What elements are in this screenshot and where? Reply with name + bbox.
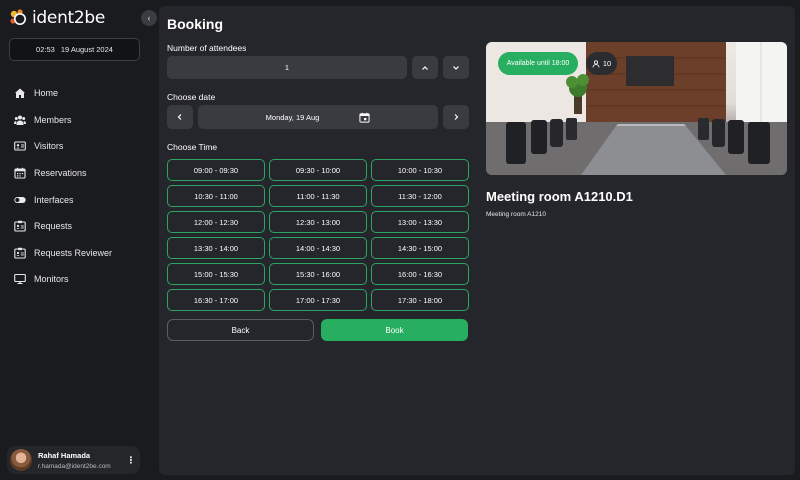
time-slot[interactable]: 15:00 - 15:30 [167,263,265,285]
sidebar-nav: Home Members Visitors Reservations Inter… [14,80,144,293]
sidebar-item-interfaces[interactable]: Interfaces [14,186,144,213]
attendees-input[interactable]: 1 [167,56,407,79]
next-date-button[interactable] [443,105,469,129]
user-name: Rahaf Hamada [38,450,91,460]
date-label: Choose date [167,92,216,102]
sidebar-item-label: Monitors [34,274,69,285]
page-title: Booking [167,16,223,32]
current-date: 19 August 2024 [60,45,113,54]
chevron-up-icon [422,65,428,70]
logo-icon [10,9,26,25]
sidebar: ident2be 02:53 19 August 2024 Home Membe… [0,0,150,480]
room-photo: Available until 18:00 10 [486,42,787,175]
sidebar-item-label: Interfaces [34,194,74,205]
time-slot[interactable]: 11:30 - 12:00 [371,185,469,207]
time-slot[interactable]: 12:00 - 12:30 [167,211,265,233]
sidebar-item-visitors[interactable]: Visitors [14,133,144,160]
room-subtitle: Meeting room A1210 [486,211,546,218]
toggle-icon [14,194,26,206]
time-slot[interactable]: 12:30 - 13:00 [269,211,367,233]
logo-text: ident2be [32,8,106,28]
sidebar-item-label: Members [34,114,72,125]
time-label: Choose Time [167,142,218,152]
previous-date-button[interactable] [167,105,193,129]
calendar-icon [14,167,26,179]
room-name: Meeting room A1210.D1 [486,189,633,204]
time-slot[interactable]: 13:00 - 13:30 [371,211,469,233]
sidebar-item-label: Visitors [34,141,64,152]
current-time: 02:53 [36,45,55,54]
user-email: r.hamada@ident2be.com [38,462,111,470]
datetime-display: 02:53 19 August 2024 [9,38,140,61]
visitors-icon [14,140,26,152]
collapse-sidebar-button[interactable]: ‹ [141,10,157,26]
attendees-decrement-button[interactable] [443,56,469,79]
sidebar-item-monitors[interactable]: Monitors [14,266,144,293]
time-slot[interactable]: 16:00 - 16:30 [371,263,469,285]
time-slot[interactable]: 14:00 - 14:30 [269,237,367,259]
time-slot[interactable]: 09:00 - 09:30 [167,159,265,181]
chevron-down-icon [453,65,459,70]
book-button[interactable]: Book [321,319,468,341]
time-slot[interactable]: 14:30 - 15:00 [371,237,469,259]
capacity-value: 10 [602,59,612,68]
time-slot[interactable]: 09:30 - 10:00 [269,159,367,181]
time-slot[interactable]: 17:00 - 17:30 [269,289,367,311]
time-slot[interactable]: 11:00 - 11:30 [269,185,367,207]
chevron-left-icon [177,114,182,120]
time-slot[interactable]: 13:30 - 14:00 [167,237,265,259]
time-slot[interactable]: 15:30 - 16:00 [269,263,367,285]
capacity-badge: 10 [586,52,617,75]
sidebar-item-reservations[interactable]: Reservations [14,160,144,187]
sidebar-item-label: Home [34,88,59,99]
monitor-icon [14,273,26,285]
time-slot[interactable]: 16:30 - 17:00 [167,289,265,311]
time-slot-grid: 09:00 - 09:30 09:30 - 10:00 10:00 - 10:3… [167,159,469,311]
user-profile-card[interactable]: Rahaf Hamada r.hamada@ident2be.com ⋮ [7,446,140,474]
person-icon [592,59,600,68]
selected-date: Monday, 19 Aug [265,112,320,122]
sidebar-item-requests-reviewer[interactable]: Requests Reviewer [14,240,144,267]
sidebar-item-members[interactable]: Members [14,107,144,134]
members-icon [14,114,26,126]
attendees-increment-button[interactable] [412,56,438,79]
attendees-label: Number of attendees [167,43,247,53]
sidebar-item-label: Reservations [34,168,87,179]
avatar [10,449,32,471]
availability-badge: Available until 18:00 [498,52,578,75]
calendar-icon[interactable] [359,112,370,123]
time-slot[interactable]: 10:30 - 11:00 [167,185,265,207]
sidebar-item-label: Requests [34,221,73,232]
request-reviewer-icon [14,247,26,259]
booking-panel: Booking Number of attendees 1 Choose dat… [159,6,795,475]
back-button[interactable]: Back [167,319,314,341]
date-picker[interactable]: Monday, 19 Aug [198,105,438,129]
time-slot[interactable]: 17:30 - 18:00 [371,289,469,311]
app-logo[interactable]: ident2be [8,7,105,29]
chevron-left-icon: ‹ [147,13,151,23]
time-slot[interactable]: 10:00 - 10:30 [371,159,469,181]
sidebar-item-label: Requests Reviewer [34,247,113,258]
more-vertical-icon[interactable]: ⋮ [126,455,136,466]
chevron-right-icon [454,114,459,120]
home-icon [14,87,26,99]
user-info: Rahaf Hamada r.hamada@ident2be.com [38,451,126,470]
request-icon [14,220,26,232]
sidebar-item-requests[interactable]: Requests [14,213,144,240]
sidebar-item-home[interactable]: Home [14,80,144,107]
